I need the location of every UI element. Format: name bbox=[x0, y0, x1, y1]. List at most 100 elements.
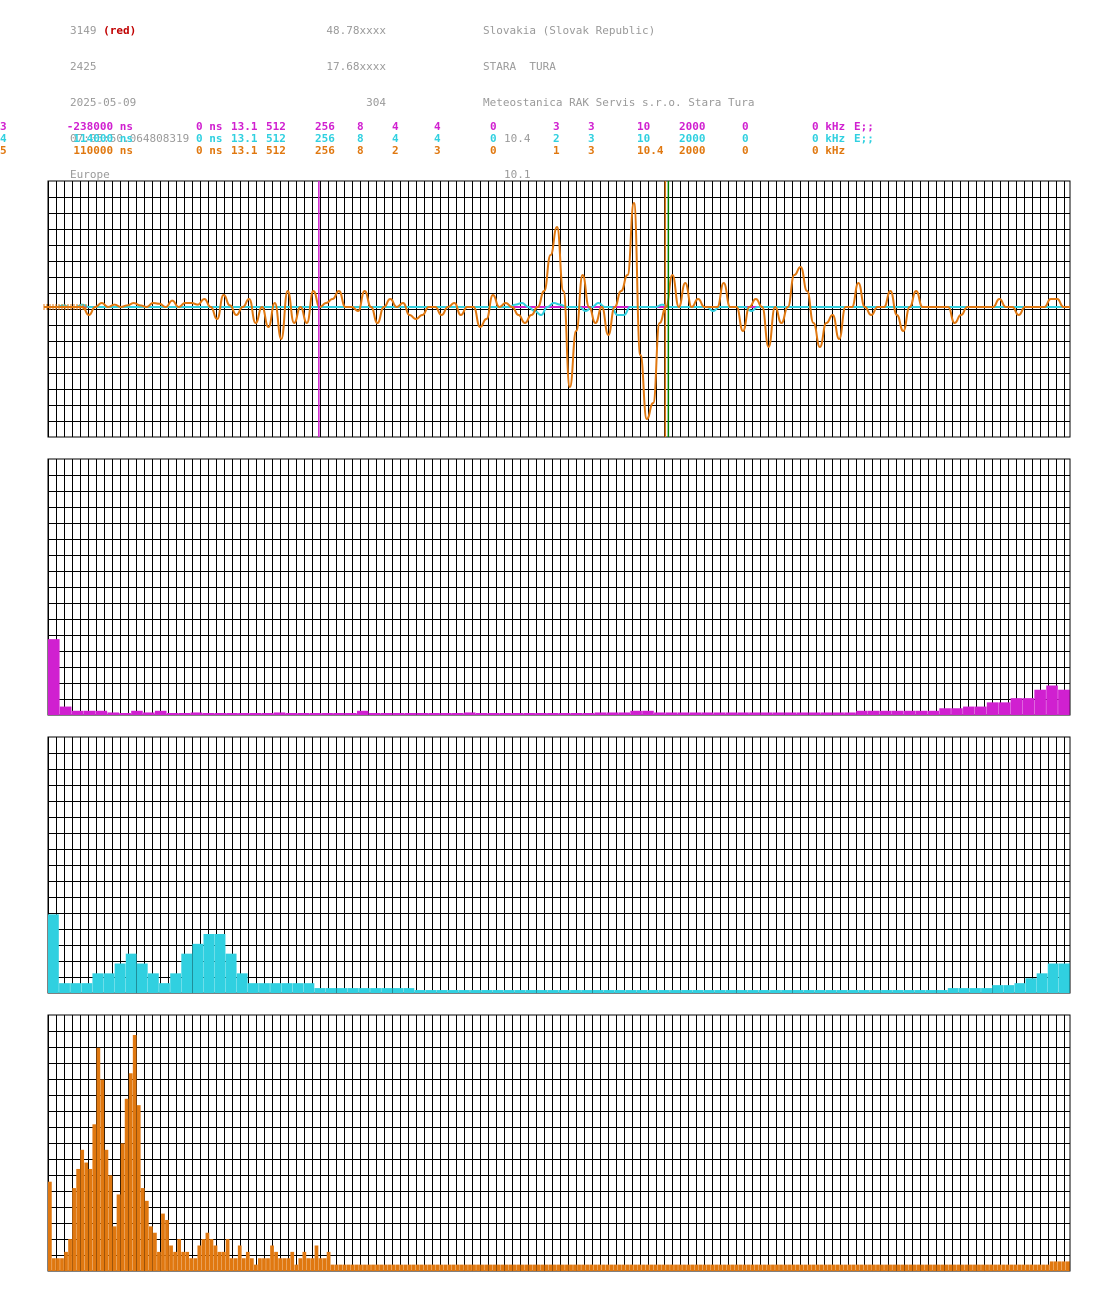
spectrum-bar-magenta bbox=[226, 713, 238, 715]
spectrum-bar-orange bbox=[500, 1264, 505, 1271]
spectrum-bar-cyan bbox=[547, 990, 559, 993]
spectrum-bar-magenta bbox=[499, 713, 512, 715]
spectrum-bar-cyan bbox=[914, 990, 926, 993]
spectrum-bar-orange bbox=[92, 1124, 97, 1271]
spectrum-bar-cyan bbox=[192, 943, 204, 993]
spectrum-bar-cyan bbox=[670, 990, 681, 993]
spectrum-bar-cyan bbox=[336, 988, 348, 993]
spectrum-bar-orange bbox=[969, 1264, 973, 1271]
spectrum-bar-orange bbox=[128, 1073, 133, 1271]
spectrum-bar-cyan bbox=[436, 990, 448, 993]
spectrum-bar-orange bbox=[371, 1264, 375, 1271]
spectrum-bar-orange bbox=[956, 1264, 961, 1271]
spectrum-bar-orange bbox=[209, 1239, 214, 1271]
spectrum-bar-magenta bbox=[345, 713, 357, 715]
spectrum-bar-orange bbox=[431, 1264, 436, 1271]
spectrum-bar-cyan bbox=[125, 953, 137, 993]
spectrum-bar-orange bbox=[981, 1264, 985, 1271]
spectrum-bar-magenta bbox=[131, 710, 143, 715]
spectrum-bar-orange bbox=[100, 1079, 105, 1271]
spectrum-bar-orange bbox=[960, 1264, 965, 1271]
spectrum-bar-orange bbox=[702, 1264, 707, 1271]
spectrum-bar-orange bbox=[1049, 1261, 1054, 1271]
spectrum-bar-magenta bbox=[238, 713, 250, 715]
spectrum-bar-orange bbox=[997, 1264, 1002, 1271]
spectrum-bar-orange bbox=[286, 1258, 291, 1271]
spectrum-bar-cyan bbox=[281, 983, 293, 993]
spectrum-bar-magenta bbox=[784, 712, 797, 715]
spectrum-bar-orange bbox=[1025, 1264, 1030, 1271]
spectrum-bar-magenta bbox=[202, 713, 215, 715]
spectrum-bar-orange bbox=[1005, 1264, 1010, 1271]
spectrum-bar-orange bbox=[791, 1264, 796, 1271]
spectrum-bar-orange bbox=[621, 1264, 626, 1271]
spectrum-bar-orange bbox=[403, 1264, 408, 1271]
spectrum-bar-orange bbox=[710, 1264, 715, 1271]
spectrum-bar-orange bbox=[64, 1251, 68, 1271]
spectrum-bar-magenta bbox=[879, 710, 892, 715]
spectrum-bar-magenta bbox=[618, 712, 631, 715]
spectrum-bar-magenta bbox=[725, 712, 737, 715]
spectrum-bar-magenta bbox=[582, 713, 595, 715]
spectrum-bar-cyan bbox=[814, 990, 826, 993]
spectrum-bar-magenta bbox=[998, 702, 1011, 715]
spectrum-bar-orange bbox=[932, 1264, 937, 1271]
spectrum-bar-orange bbox=[249, 1258, 254, 1271]
spectrum-bar-cyan bbox=[603, 990, 615, 993]
spectrum-bar-orange bbox=[258, 1258, 262, 1271]
spectrum-bar-orange bbox=[674, 1264, 678, 1271]
spectrum-bar-orange bbox=[734, 1264, 739, 1271]
spectrum-bar-cyan bbox=[1003, 985, 1015, 993]
spectrum-bar-cyan bbox=[992, 985, 1004, 993]
spectrum-bar-magenta bbox=[642, 710, 654, 715]
spectrum-bar-magenta bbox=[48, 639, 60, 715]
spectrum-bar-orange bbox=[326, 1251, 331, 1271]
spectrum-bar-orange bbox=[694, 1264, 699, 1271]
spectrum-bar-orange bbox=[290, 1251, 295, 1271]
spectrum-bar-orange bbox=[807, 1264, 812, 1271]
spectrum-bar-orange bbox=[363, 1264, 367, 1271]
spectrum-bar-cyan bbox=[714, 990, 726, 993]
spectrum-bar-orange bbox=[662, 1264, 666, 1271]
spectrum-bar-orange bbox=[492, 1264, 497, 1271]
spectrum-bar-orange bbox=[993, 1264, 997, 1271]
spectrum-bar-magenta bbox=[475, 713, 488, 715]
spectrum-bar-cyan bbox=[370, 988, 381, 993]
spectrum-bar-orange bbox=[609, 1264, 614, 1271]
spectrum-bar-magenta bbox=[772, 712, 785, 715]
spectrum-bar-orange bbox=[112, 1226, 117, 1271]
spectrum-bar-orange bbox=[84, 1162, 89, 1271]
spectrum-bar-orange bbox=[593, 1264, 598, 1271]
spectrum-bar-orange bbox=[237, 1245, 242, 1271]
spectrum-bar-orange bbox=[217, 1251, 222, 1271]
spectrum-bar-cyan bbox=[103, 973, 115, 993]
spectrum-bar-orange bbox=[637, 1264, 642, 1271]
spectrum-bar-orange bbox=[342, 1264, 347, 1271]
spectrum-bar-orange bbox=[718, 1264, 723, 1271]
spectrum-bar-orange bbox=[193, 1258, 198, 1271]
spectrum-bar-orange bbox=[985, 1264, 989, 1271]
spectrum-bar-magenta bbox=[59, 706, 72, 715]
spectrum-bar-orange bbox=[847, 1264, 852, 1271]
spectrum-bar-magenta bbox=[95, 710, 108, 715]
spectrum-bar-orange bbox=[944, 1264, 949, 1271]
spectrum-bar-orange bbox=[330, 1264, 335, 1271]
spectrum-bar-orange bbox=[185, 1251, 190, 1271]
spectrum-bar-cyan bbox=[392, 988, 404, 993]
spectrum-bar-cyan bbox=[381, 988, 393, 993]
spectrum-bar-cyan bbox=[1025, 978, 1037, 993]
spectrum-bar-cyan bbox=[925, 990, 937, 993]
charts-canvas bbox=[43, 180, 1071, 1272]
spectrum-bar-magenta bbox=[368, 713, 381, 715]
spectrum-bar-cyan bbox=[536, 990, 548, 993]
spectrum-bar-cyan bbox=[892, 990, 904, 993]
spectrum-bar-orange bbox=[916, 1264, 921, 1271]
spectrum-bar-orange bbox=[205, 1232, 210, 1271]
spectrum-bar-magenta bbox=[867, 710, 880, 715]
spectrum-bar-magenta bbox=[1034, 689, 1046, 715]
spectrum-bar-orange bbox=[157, 1251, 161, 1271]
spectrum-bar-orange bbox=[581, 1264, 585, 1271]
spectrum-bar-cyan bbox=[181, 953, 193, 993]
spectrum-bar-magenta bbox=[487, 713, 500, 715]
spectrum-bar-orange bbox=[355, 1264, 359, 1271]
